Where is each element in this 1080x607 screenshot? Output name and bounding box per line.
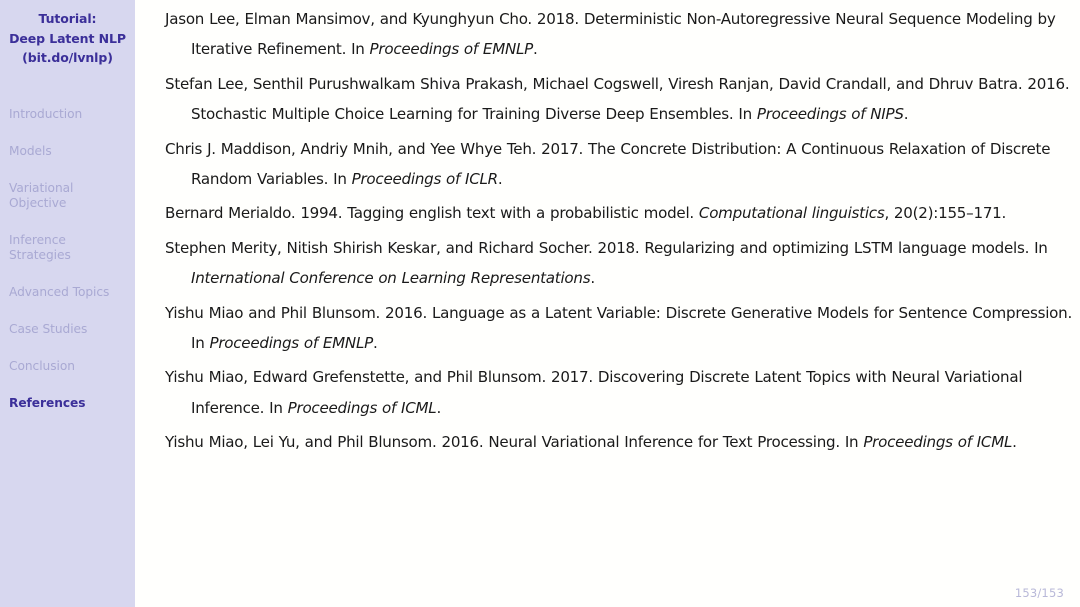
reference-entry: Stefan Lee, Senthil Purushwalkam Shiva P… [165, 74, 1070, 124]
sidebar-item-references[interactable]: References [9, 396, 126, 411]
sidebar-item-introduction[interactable]: Introduction [9, 107, 126, 122]
sidebar: Tutorial: Deep Latent NLP (bit.do/lvnlp) I… [0, 0, 135, 607]
presentation-title-line-2: Deep Latent NLP [9, 30, 126, 46]
sidebar-item-label: Introduction [9, 106, 83, 121]
sidebar-item-label: Advanced Topics [9, 284, 110, 299]
sidebar-item-inference-strategies[interactable]: Inference Strategies [9, 233, 126, 263]
sidebar-item-advanced-topics[interactable]: Advanced Topics [9, 285, 126, 300]
sidebar-nav: Introduction Models Variational Objective In… [0, 107, 135, 411]
slide-root: Tutorial: Deep Latent NLP (bit.do/lvnlp) I… [0, 0, 1080, 607]
reference-entry: Jason Lee, Elman Mansimov, and Kyunghyun… [165, 10, 1056, 59]
sidebar-item-label: Variational [9, 180, 74, 195]
sidebar-item-models[interactable]: Models [9, 144, 126, 159]
sidebar-item-label: Inference [9, 232, 66, 247]
sidebar-item-label: Models [9, 143, 52, 158]
bibliography-list: Jason Lee, Elman Mansimov, and Kyunghyun… [165, 4, 1072, 457]
sidebar-item-conclusion[interactable]: Conclusion [9, 359, 126, 374]
reference-entry: Yishu Miao, Edward Grefenstette, and Phi… [165, 368, 1023, 417]
sidebar-item-label: References [9, 395, 86, 410]
sidebar-item-label: Objective [9, 195, 67, 210]
presentation-title-line-3: (bit.do/lvnlp) [22, 50, 113, 65]
presentation-title-line-1: Tutorial: [38, 11, 97, 26]
presentation-title: Tutorial: Deep Latent NLP (bit.do/lvnlp) [0, 0, 135, 68]
references-content: Jason Lee, Elman Mansimov, and Kyunghyun… [135, 0, 1080, 607]
reference-entry: Yishu Miao, Lei Yu, and Phil Blunsom. 20… [165, 433, 1017, 452]
sidebar-item-case-studies[interactable]: Case Studies [9, 322, 126, 337]
page-number: 153/153 [1014, 586, 1064, 600]
sidebar-item-label: Conclusion [9, 358, 75, 373]
sidebar-item-label: Case Studies [9, 321, 88, 336]
sidebar-item-label: Strategies [9, 247, 71, 262]
reference-entry: Yishu Miao and Phil Blunsom. 2016. Langu… [165, 303, 1072, 352]
reference-entry: Chris J. Maddison, Andriy Mnih, and Yee … [165, 139, 1051, 188]
reference-entry: Stephen Merity, Nitish Shirish Keskar, a… [165, 238, 1048, 288]
sidebar-item-variational-objective[interactable]: Variational Objective [9, 181, 126, 211]
reference-entry: Bernard Merialdo. 1994. Tagging english … [165, 204, 1007, 223]
